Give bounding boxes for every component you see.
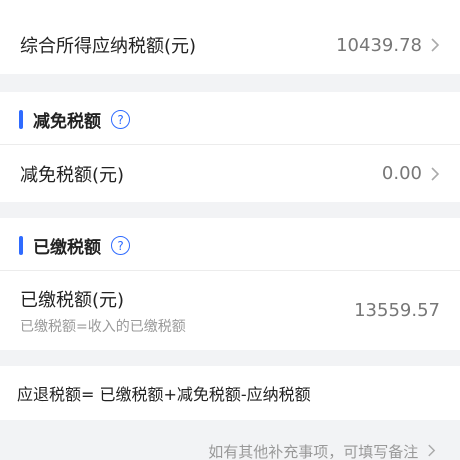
refund-formula-text: 应退税额= 已缴税额+减免税额-应纳税额 xyxy=(17,385,311,404)
reduction-section-title: 减免税额 xyxy=(33,112,101,132)
paid-section-title: 已缴税额 xyxy=(33,238,101,258)
taxable-amount-row[interactable]: 综合所得应纳税额(元) 10439.78 xyxy=(0,16,460,74)
help-icon[interactable]: ? xyxy=(111,110,130,129)
section-accent-bar xyxy=(19,236,23,255)
reduction-section-header: 减免税额 ? xyxy=(0,92,460,147)
reduction-amount-value: 0.00 xyxy=(381,163,422,184)
paid-amount-value: 13559.57 xyxy=(354,300,440,321)
paid-amount-label: 已缴税额(元) xyxy=(20,289,125,311)
taxable-card: 综合所得应纳税额(元) 10439.78 xyxy=(0,0,460,74)
taxable-amount-label: 综合所得应纳税额(元) xyxy=(20,36,197,57)
reduction-card: 减免税额 ? 减免税额(元) 0.00 xyxy=(0,92,460,202)
chevron-right-icon xyxy=(431,166,440,181)
reduction-amount-row[interactable]: 减免税额(元) 0.00 xyxy=(0,145,460,202)
section-accent-bar xyxy=(19,110,23,129)
paid-amount-subtitle: 已缴税额=收入的已缴税额 xyxy=(20,318,186,335)
help-icon[interactable]: ? xyxy=(111,236,130,255)
chevron-right-icon xyxy=(431,38,440,52)
formula-card: 应退税额= 已缴税额+减免税额-应纳税额 xyxy=(0,366,460,420)
add-remark-link[interactable]: 如有其他补充事项，可填写备注 xyxy=(208,441,436,460)
add-remark-text: 如有其他补充事项，可填写备注 xyxy=(208,443,419,460)
paid-amount-row: 已缴税额(元) 已缴税额=收入的已缴税额 13559.57 xyxy=(0,271,460,350)
paid-amount-text-group: 已缴税额(元) 已缴税额=收入的已缴税额 xyxy=(20,286,186,336)
taxable-amount-value: 10439.78 xyxy=(336,34,422,56)
paid-card: 已缴税额 ? 已缴税额(元) 已缴税额=收入的已缴税额 13559.57 xyxy=(0,218,460,350)
chevron-right-icon xyxy=(428,444,436,457)
formula-row: 应退税额= 已缴税额+减免税额-应纳税额 xyxy=(0,366,460,420)
paid-section-header: 已缴税额 ? xyxy=(0,218,460,273)
reduction-amount-label: 减免税额(元) xyxy=(20,164,125,186)
